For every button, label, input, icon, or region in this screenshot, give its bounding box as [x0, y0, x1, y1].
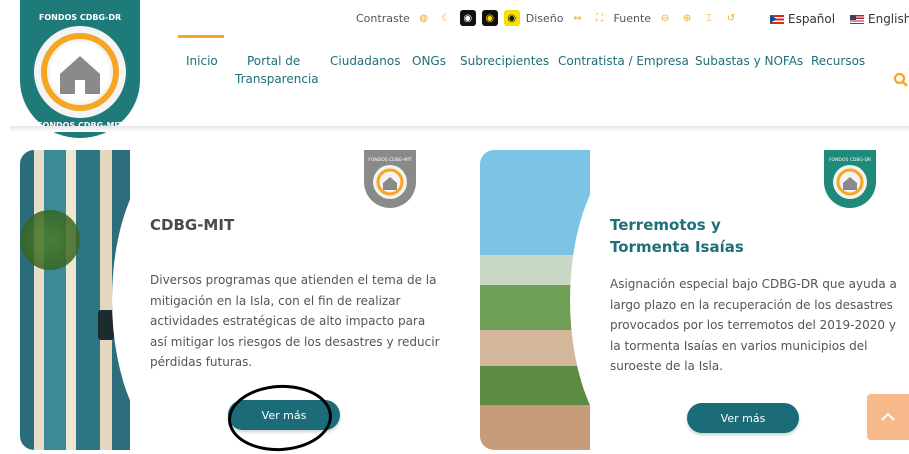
moon-icon[interactable]: ☾	[438, 10, 454, 26]
eye-dark-icon[interactable]: ◉	[459, 10, 476, 26]
ver-mas-button[interactable]: Ver más	[687, 403, 799, 433]
header-divider	[10, 126, 909, 132]
language-espanol[interactable]: Español	[770, 12, 835, 26]
reset-icon[interactable]: ↺	[723, 10, 739, 26]
eye-yellow-dark-icon[interactable]: ◉	[481, 10, 498, 26]
dr-badge-icon: FONDOS CDBG-DR	[824, 150, 876, 208]
eye-yellow-icon[interactable]: ◉	[503, 10, 520, 26]
mit-badge-icon: FONDOS CDBG-MIT	[364, 150, 416, 208]
us-flag-icon	[850, 14, 864, 24]
ver-mas-button[interactable]: Ver más	[228, 400, 340, 430]
font-increase-icon[interactable]: ⊕	[679, 10, 695, 26]
program-card-cdbg-mit: FONDOS CDBG-MIT CDBG-MIT Diversos progra…	[20, 150, 456, 450]
header: Contraste ◍ ☾ ◉ ◉ ◉ Diseño ⇔ ⛶ Fuente ⊖ …	[0, 0, 909, 138]
contrast-label: Contraste	[356, 11, 410, 25]
nav-recursos[interactable]: Recursos	[811, 52, 865, 70]
program-card-terremotos: FONDOS CDBG-DR Terremotos y Tormenta Isa…	[480, 150, 909, 450]
contrast-auto-icon[interactable]: ◍	[416, 10, 432, 26]
card-title: CDBG-MIT	[150, 216, 235, 234]
card-description: Asignación especial bajo CDBG-DR que ayu…	[610, 277, 897, 373]
design-label: Diseño	[525, 11, 564, 25]
language-label: English	[868, 12, 909, 26]
badge-text: FONDOS CDBG-MIT	[368, 157, 412, 163]
accessibility-toolbar: Contraste ◍ ☾ ◉ ◉ ◉ Diseño ⇔ ⛶ Fuente ⊖ …	[356, 10, 739, 26]
nav-inicio[interactable]: Inicio	[186, 52, 218, 70]
language-english[interactable]: English	[850, 12, 909, 26]
logo-top-text: FONDOS CDBG-DR	[39, 13, 121, 22]
nav-subrecipientes[interactable]: Subrecipientes	[460, 52, 549, 70]
cdbg-logo[interactable]: FONDOS CDBG-DR FONDOS CDBG-MIT	[20, 0, 140, 138]
scroll-to-top-button[interactable]	[867, 394, 909, 440]
nav-ongs[interactable]: ONGs	[412, 52, 446, 70]
nav-contratista-empresa[interactable]: Contratista / Empresa	[558, 52, 689, 70]
nav-portal-transparencia[interactable]: Portal de Transparencia	[235, 52, 319, 88]
font-decrease-icon[interactable]: ⊖	[657, 10, 673, 26]
nav-subastas-nofas[interactable]: Subastas y NOFAs	[695, 52, 803, 70]
card-description: Diversos programas que atienden el tema …	[150, 273, 440, 369]
language-label: Español	[788, 12, 836, 26]
chevron-up-icon	[881, 412, 895, 421]
card-title: Terremotos y Tormenta Isaías	[610, 216, 744, 256]
font-label: Fuente	[613, 11, 652, 25]
expand-icon[interactable]: ⛶	[592, 10, 608, 26]
active-nav-indicator	[178, 35, 224, 38]
badge-text: FONDOS CDBG-DR	[829, 157, 871, 163]
nav-ciudadanos[interactable]: Ciudadanos	[330, 52, 400, 70]
font-size-icon[interactable]: ⌶	[701, 10, 717, 26]
pr-flag-icon	[770, 14, 784, 24]
layout-icon[interactable]: ⇔	[570, 10, 586, 26]
search-icon[interactable]	[893, 72, 909, 88]
